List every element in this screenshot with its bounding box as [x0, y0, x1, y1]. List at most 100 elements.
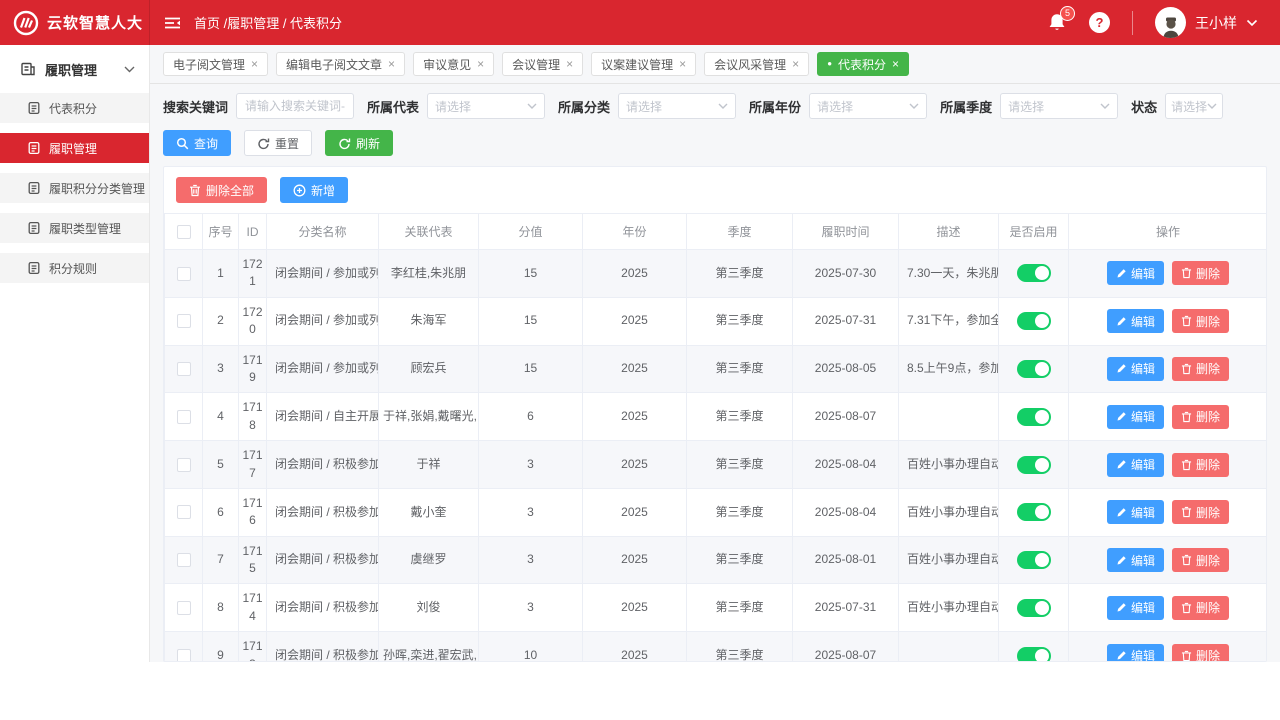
sidebar-item[interactable]: 代表积分: [0, 93, 149, 123]
add-button[interactable]: 新增: [280, 177, 348, 203]
table-row: 2 1720 闭会期间 / 参加或列... 朱海军 15 2025 第三季度 2…: [165, 297, 1268, 345]
edit-button[interactable]: 编辑: [1107, 644, 1164, 662]
table-body: 1 1721 闭会期间 / 参加或列... 李红桂,朱兆朋 15 2025 第三…: [165, 250, 1268, 663]
cell-year: 2025: [583, 393, 687, 441]
close-tab-icon[interactable]: ×: [792, 58, 799, 70]
enabled-toggle[interactable]: [1017, 551, 1051, 569]
refresh-button[interactable]: 刷新: [325, 130, 393, 156]
enabled-toggle[interactable]: [1017, 503, 1051, 521]
cell-score: 3: [479, 584, 583, 632]
edit-icon: [1116, 316, 1127, 327]
enabled-toggle[interactable]: [1017, 312, 1051, 330]
collapse-sidebar-icon[interactable]: [163, 14, 182, 32]
quarter-select[interactable]: 请选择: [1000, 93, 1118, 119]
cell-reps: 于祥,张娟,戴曙光,...: [379, 393, 479, 441]
status-select[interactable]: 请选择: [1165, 93, 1223, 119]
search-button-label: 查询: [194, 135, 218, 152]
cell-id: 1715: [239, 536, 267, 584]
delete-button[interactable]: 删除: [1172, 357, 1229, 381]
col-score: 分值: [479, 214, 583, 250]
row-checkbox[interactable]: [177, 649, 191, 662]
cell-category: 闭会期间 / 自主开展...: [267, 393, 379, 441]
delete-button[interactable]: 删除: [1172, 548, 1229, 572]
sidebar-item[interactable]: 履职积分分类管理: [0, 173, 149, 203]
close-tab-icon[interactable]: ×: [251, 58, 258, 70]
edit-button[interactable]: 编辑: [1107, 405, 1164, 429]
select-placeholder: 请选择: [817, 98, 853, 115]
edit-button[interactable]: 编辑: [1107, 500, 1164, 524]
enabled-toggle[interactable]: [1017, 456, 1051, 474]
sidebar-group-label: 履职管理: [45, 60, 97, 79]
cell-desc: 百姓小事办理自动...: [899, 584, 999, 632]
row-checkbox[interactable]: [177, 267, 191, 281]
delete-button[interactable]: 删除: [1172, 596, 1229, 620]
close-tab-icon[interactable]: ×: [388, 58, 395, 70]
edit-button[interactable]: 编辑: [1107, 548, 1164, 572]
sidebar-group-performance[interactable]: 履职管理: [0, 45, 149, 93]
row-checkbox[interactable]: [177, 458, 191, 472]
sidebar-item[interactable]: 履职类型管理: [0, 213, 149, 243]
cell-id: 1718: [239, 393, 267, 441]
edit-button[interactable]: 编辑: [1107, 357, 1164, 381]
reset-button-label: 重置: [275, 135, 299, 152]
rep-select[interactable]: 请选择: [427, 93, 545, 119]
enabled-toggle[interactable]: [1017, 264, 1051, 282]
year-select[interactable]: 请选择: [809, 93, 927, 119]
delete-button[interactable]: 删除: [1172, 500, 1229, 524]
row-checkbox[interactable]: [177, 505, 191, 519]
tab[interactable]: ● 代表积分 ×: [817, 52, 909, 76]
edit-button[interactable]: 编辑: [1107, 261, 1164, 285]
row-checkbox[interactable]: [177, 601, 191, 615]
table-row: 6 1716 闭会期间 / 积极参加... 戴小奎 3 2025 第三季度 20…: [165, 488, 1268, 536]
sidebar-item-label: 履职积分分类管理: [49, 180, 145, 197]
delete-button[interactable]: 删除: [1172, 309, 1229, 333]
close-tab-icon[interactable]: ×: [892, 58, 899, 70]
user-menu[interactable]: 王小样: [1155, 7, 1258, 38]
sidebar-item-label: 履职管理: [49, 140, 97, 157]
tab[interactable]: ● 议案建议管理 ×: [591, 52, 696, 76]
cell-id: 1721: [239, 250, 267, 298]
enabled-toggle[interactable]: [1017, 599, 1051, 617]
row-checkbox[interactable]: [177, 314, 191, 328]
close-tab-icon[interactable]: ×: [477, 58, 484, 70]
row-checkbox[interactable]: [177, 553, 191, 567]
delete-button[interactable]: 删除: [1172, 644, 1229, 662]
select-all-checkbox[interactable]: [177, 225, 191, 239]
tab[interactable]: ● 会议管理 ×: [502, 52, 583, 76]
keyword-input[interactable]: [236, 93, 354, 119]
search-button[interactable]: 查询: [163, 130, 231, 156]
category-select[interactable]: 请选择: [618, 93, 736, 119]
reset-button[interactable]: 重置: [244, 130, 312, 156]
enabled-toggle[interactable]: [1017, 647, 1051, 662]
close-tab-icon[interactable]: ×: [566, 58, 573, 70]
logo-icon: [13, 10, 39, 36]
table-row: 3 1719 闭会期间 / 参加或列... 顾宏兵 15 2025 第三季度 2…: [165, 345, 1268, 393]
edit-button[interactable]: 编辑: [1107, 596, 1164, 620]
enabled-toggle[interactable]: [1017, 360, 1051, 378]
sidebar-item[interactable]: 积分规则: [0, 253, 149, 283]
enabled-toggle[interactable]: [1017, 408, 1051, 426]
row-checkbox[interactable]: [177, 362, 191, 376]
tab[interactable]: ● 电子阅文管理 ×: [163, 52, 268, 76]
row-checkbox[interactable]: [177, 410, 191, 424]
edit-button[interactable]: 编辑: [1107, 453, 1164, 477]
edit-button[interactable]: 编辑: [1107, 309, 1164, 333]
tab[interactable]: ● 审议意见 ×: [413, 52, 494, 76]
select-placeholder: 请选择: [435, 98, 471, 115]
notifications-button[interactable]: 5: [1047, 12, 1067, 33]
delete-all-button[interactable]: 删除全部: [176, 177, 267, 203]
delete-button[interactable]: 删除: [1172, 261, 1229, 285]
help-button[interactable]: ?: [1089, 12, 1110, 33]
cell-desc: [899, 632, 999, 662]
delete-button[interactable]: 删除: [1172, 405, 1229, 429]
close-tab-icon[interactable]: ×: [679, 58, 686, 70]
trash-icon: [1181, 459, 1192, 471]
tab[interactable]: ● 会议风采管理 ×: [704, 52, 809, 76]
refresh-icon: [257, 137, 270, 150]
sidebar-item[interactable]: 履职管理: [0, 133, 149, 163]
delete-button[interactable]: 删除: [1172, 453, 1229, 477]
chevron-down-icon: [718, 103, 728, 110]
cell-reps: 李红桂,朱兆朋: [379, 250, 479, 298]
breadcrumb[interactable]: 首页 /履职管理 / 代表积分: [194, 13, 342, 32]
tab[interactable]: ● 编辑电子阅文文章 ×: [276, 52, 405, 76]
